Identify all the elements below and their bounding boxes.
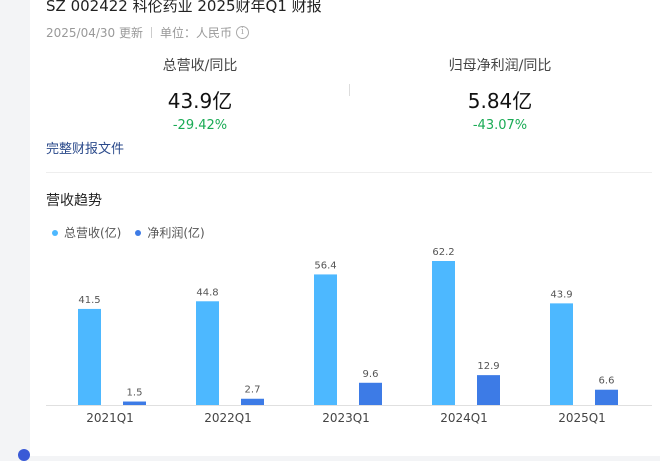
profit-bar-2022Q1[interactable] [241, 398, 264, 405]
profit-bar-2024Q1[interactable] [477, 375, 500, 405]
profit-label-2023Q1: 9.6 [363, 369, 379, 380]
x-tick-label-2025Q1: 2025Q1 [558, 411, 606, 425]
revenue-bar-2025Q1[interactable] [550, 303, 573, 405]
revenue-label-2025Q1: 43.9 [550, 289, 572, 300]
profit-bar-2021Q1[interactable] [123, 401, 146, 405]
revenue-label-2024Q1: 62.2 [432, 247, 454, 258]
revenue-bar-2024Q1[interactable] [432, 261, 455, 405]
bottom-indicator-dot [18, 449, 30, 461]
x-tick-label-2023Q1: 2023Q1 [322, 411, 370, 425]
revenue-bar-2023Q1[interactable] [314, 274, 337, 405]
revenue-bar-2021Q1[interactable] [78, 308, 101, 405]
profit-label-2024Q1: 12.9 [477, 361, 499, 372]
profit-label-2021Q1: 1.5 [127, 388, 143, 399]
revenue-label-2021Q1: 41.5 [78, 295, 100, 306]
profit-label-2022Q1: 2.7 [245, 385, 261, 396]
x-tick-label-2024Q1: 2024Q1 [440, 411, 488, 425]
revenue-bar-2022Q1[interactable] [196, 301, 219, 405]
revenue-label-2022Q1: 44.8 [196, 287, 218, 298]
revenue-trend-chart: 41.5 1.5 2021Q1 44.8 2.7 2022Q1 56.4 9.6 2023Q1 6… [46, 247, 652, 425]
x-tick-label-2021Q1: 2021Q1 [86, 411, 134, 425]
profit-bar-2025Q1[interactable] [595, 389, 618, 405]
x-tick-label-2022Q1: 2022Q1 [204, 411, 252, 425]
profit-bar-2023Q1[interactable] [359, 382, 382, 405]
revenue-label-2023Q1: 56.4 [314, 260, 336, 271]
report-card: SZ 002422 科伦药业 2025财年Q1 财报 2025/04/30 更新… [30, 0, 660, 456]
profit-label-2025Q1: 6.6 [599, 376, 615, 387]
